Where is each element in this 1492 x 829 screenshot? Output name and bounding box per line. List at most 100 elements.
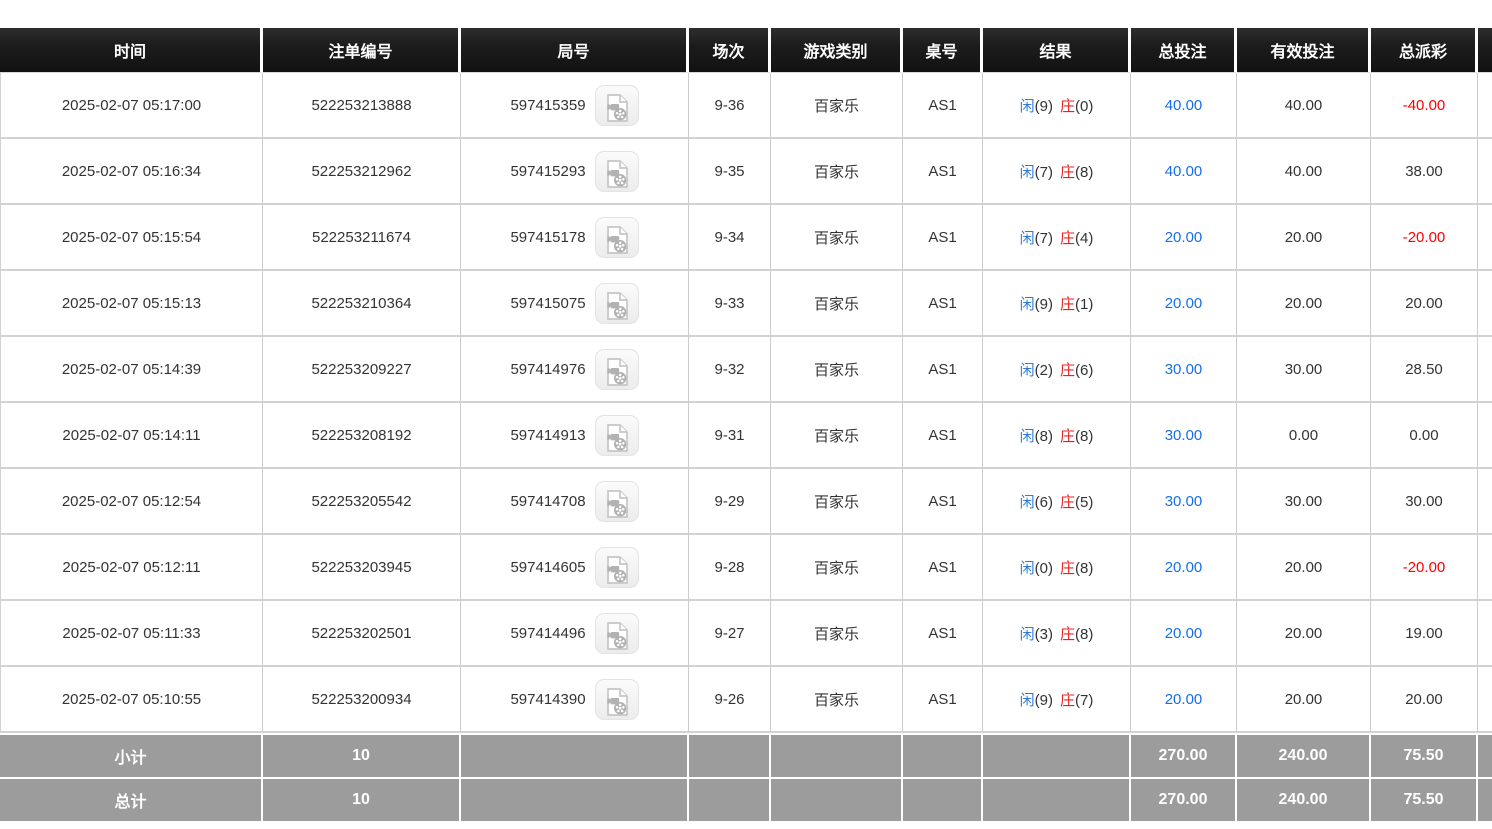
session-cell: 9-34 (689, 205, 771, 271)
subtotal-total-payout: 75.50 (1371, 733, 1478, 777)
banker-result: 庄 (1060, 296, 1075, 313)
player-score: (7) (1035, 164, 1053, 181)
player-score: (6) (1035, 494, 1053, 511)
round-id: 597415359 (510, 97, 585, 114)
total-payout-cell: 38.00 (1371, 139, 1478, 205)
subtotal-count: 10 (263, 733, 461, 777)
table-no-cell: AS1 (903, 601, 983, 667)
session-cell: 9-27 (689, 601, 771, 667)
footer-cutoff-cell (1478, 777, 1492, 821)
video-replay-button[interactable] (595, 481, 639, 522)
total-bet-cell[interactable]: 20.00 (1131, 205, 1237, 271)
round-id-cell: 597414605 (461, 535, 689, 601)
total-payout-cell: 30.00 (1371, 469, 1478, 535)
round-id: 597414708 (510, 493, 585, 510)
valid-bet-cell: 30.00 (1237, 337, 1371, 403)
banker-result: 庄 (1060, 692, 1075, 709)
video-replay-button[interactable] (595, 85, 639, 126)
player-result: 闲 (1020, 428, 1035, 445)
cutoff-cell (1478, 337, 1492, 403)
video-replay-button[interactable] (595, 151, 639, 192)
valid-bet-cell: 20.00 (1237, 601, 1371, 667)
round-id-cell: 597414913 (461, 403, 689, 469)
video-replay-button[interactable] (595, 217, 639, 258)
video-replay-button[interactable] (595, 283, 639, 324)
banker-score: (4) (1075, 230, 1093, 247)
banker-result: 庄 (1060, 494, 1075, 511)
result-cell: 闲(2)庄(6) (983, 337, 1131, 403)
bet-id-cell: 522253205542 (263, 469, 461, 535)
round-id: 597415293 (510, 163, 585, 180)
cutoff-cell (1478, 73, 1492, 139)
result-cell: 闲(3)庄(8) (983, 601, 1131, 667)
banker-score: (8) (1075, 428, 1093, 445)
valid-bet-cell: 40.00 (1237, 139, 1371, 205)
video-replay-icon (604, 687, 630, 717)
total-bet-cell[interactable]: 30.00 (1131, 403, 1237, 469)
round-id-cell: 597415359 (461, 73, 689, 139)
total-payout-cell: -20.00 (1371, 205, 1478, 271)
result-cell: 闲(7)庄(4) (983, 205, 1131, 271)
banker-score: (8) (1075, 560, 1093, 577)
total-bet-cell[interactable]: 20.00 (1131, 667, 1237, 733)
player-score: (9) (1035, 296, 1053, 313)
table-row: 2025-02-07 05:10:55 522253200934 5974143… (0, 667, 1492, 733)
col-header-cutoff (1478, 28, 1492, 73)
round-id: 597414390 (510, 691, 585, 708)
table-no-cell: AS1 (903, 139, 983, 205)
time-cell: 2025-02-07 05:15:13 (0, 271, 263, 337)
total-bet-cell[interactable]: 20.00 (1131, 601, 1237, 667)
session-cell: 9-36 (689, 73, 771, 139)
time-cell: 2025-02-07 05:11:33 (0, 601, 263, 667)
grand-total-label: 总计 (0, 777, 263, 821)
banker-result: 庄 (1060, 362, 1075, 379)
col-header-session: 场次 (689, 28, 771, 73)
video-replay-icon (604, 93, 630, 123)
player-score: (2) (1035, 362, 1053, 379)
bet-id-cell: 522253200934 (263, 667, 461, 733)
video-replay-button[interactable] (595, 547, 639, 588)
banker-score: (6) (1075, 362, 1093, 379)
video-replay-button[interactable] (595, 349, 639, 390)
footer-empty-cell (771, 733, 903, 777)
cutoff-cell (1478, 667, 1492, 733)
footer-cutoff-cell (1478, 733, 1492, 777)
video-replay-button[interactable] (595, 415, 639, 456)
grand-total-total-bet: 270.00 (1131, 777, 1237, 821)
round-id-cell: 597414708 (461, 469, 689, 535)
col-header-table-no: 桌号 (903, 28, 983, 73)
bet-id-cell: 522253213888 (263, 73, 461, 139)
table-row: 2025-02-07 05:15:54 522253211674 5974151… (0, 205, 1492, 271)
total-bet-cell[interactable]: 30.00 (1131, 469, 1237, 535)
col-header-total-payout: 总派彩 (1371, 28, 1478, 73)
total-bet-cell[interactable]: 40.00 (1131, 139, 1237, 205)
table-no-cell: AS1 (903, 271, 983, 337)
player-score: (9) (1035, 98, 1053, 115)
total-bet-cell[interactable]: 20.00 (1131, 535, 1237, 601)
footer-empty-cell (903, 777, 983, 821)
table-row: 2025-02-07 05:11:33 522253202501 5974144… (0, 601, 1492, 667)
col-header-bet-id: 注单编号 (263, 28, 461, 73)
cutoff-cell (1478, 469, 1492, 535)
session-cell: 9-28 (689, 535, 771, 601)
table-no-cell: AS1 (903, 403, 983, 469)
table-no-cell: AS1 (903, 337, 983, 403)
total-bet-cell[interactable]: 30.00 (1131, 337, 1237, 403)
table-no-cell: AS1 (903, 535, 983, 601)
round-id-cell: 597415178 (461, 205, 689, 271)
round-id: 597415178 (510, 229, 585, 246)
video-replay-button[interactable] (595, 679, 639, 720)
table-row: 2025-02-07 05:12:11 522253203945 5974146… (0, 535, 1492, 601)
valid-bet-cell: 40.00 (1237, 73, 1371, 139)
grand-total-total-payout: 75.50 (1371, 777, 1478, 821)
valid-bet-cell: 30.00 (1237, 469, 1371, 535)
time-cell: 2025-02-07 05:12:54 (0, 469, 263, 535)
round-id-cell: 597414976 (461, 337, 689, 403)
total-bet-cell[interactable]: 40.00 (1131, 73, 1237, 139)
footer-empty-cell (983, 777, 1131, 821)
total-bet-cell[interactable]: 20.00 (1131, 271, 1237, 337)
video-replay-icon (604, 555, 630, 585)
video-replay-icon (604, 159, 630, 189)
cutoff-cell (1478, 601, 1492, 667)
video-replay-button[interactable] (595, 613, 639, 654)
